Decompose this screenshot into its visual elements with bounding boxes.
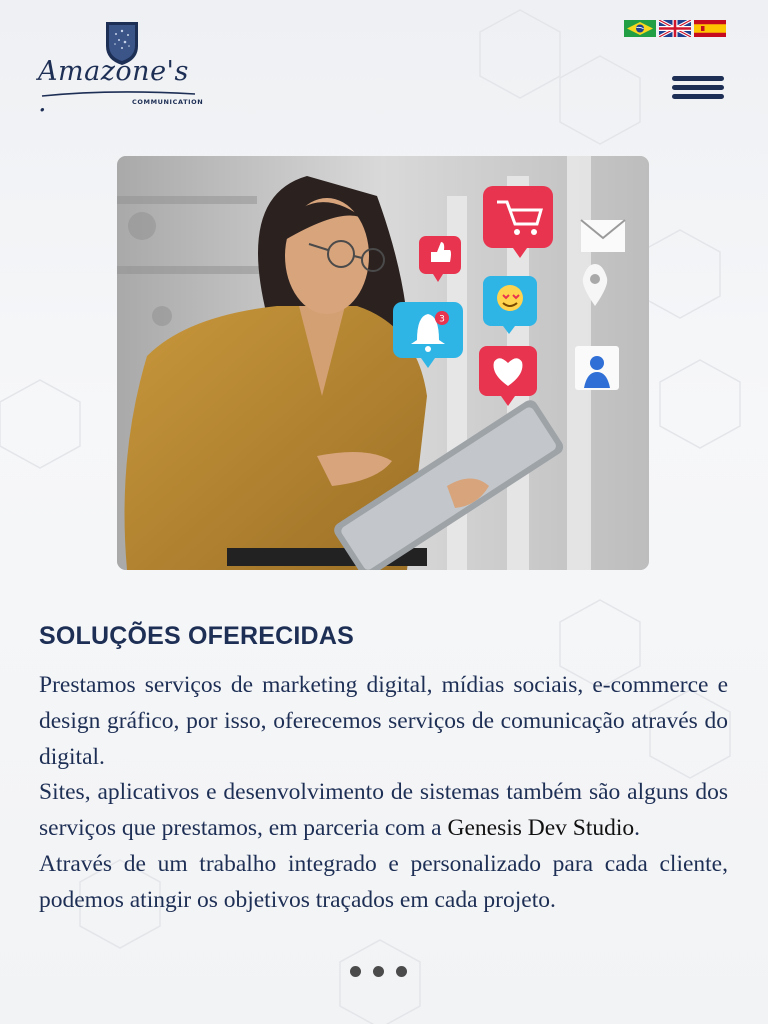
notification-badge: 3 [439,315,445,325]
hero-illustration: 3 [117,156,649,570]
hamburger-menu-icon[interactable] [672,76,724,104]
uk-flag-icon[interactable] [659,20,691,37]
carousel-pagination [350,966,407,977]
envelope-icon [580,219,626,252]
language-selector [624,20,726,37]
paragraph-services: Prestamos serviços de marketing digital,… [39,672,728,770]
section-body: Prestamos serviços de marketing digital,… [39,668,728,919]
spain-flag-icon[interactable] [694,20,726,37]
company-logo[interactable]: Amazone's . COMMUNICATION [38,20,203,118]
shopping-cart-icon [483,186,553,258]
emoji-icon [483,276,537,334]
hero-image: 3 [117,156,649,570]
carousel-dot-2[interactable] [373,966,384,977]
paragraph-partnership: Sites, aplicativos e desenvolvimento de … [39,775,728,847]
carousel-dot-3[interactable] [396,966,407,977]
paragraph-integration: Através de um trabalho integrado e perso… [39,850,728,913]
partner-link[interactable]: Genesis Dev Studio [447,815,634,841]
brazil-flag-icon[interactable] [624,20,656,37]
section-title: SOLUÇÕES OFERECIDAS [39,622,354,650]
partnership-text-end: . [634,815,641,842]
logo-tagline: COMMUNICATION [132,98,204,106]
carousel-dot-1[interactable] [350,966,361,977]
user-profile-icon [575,346,619,390]
logo-wordmark: Amazone's . [38,56,189,118]
